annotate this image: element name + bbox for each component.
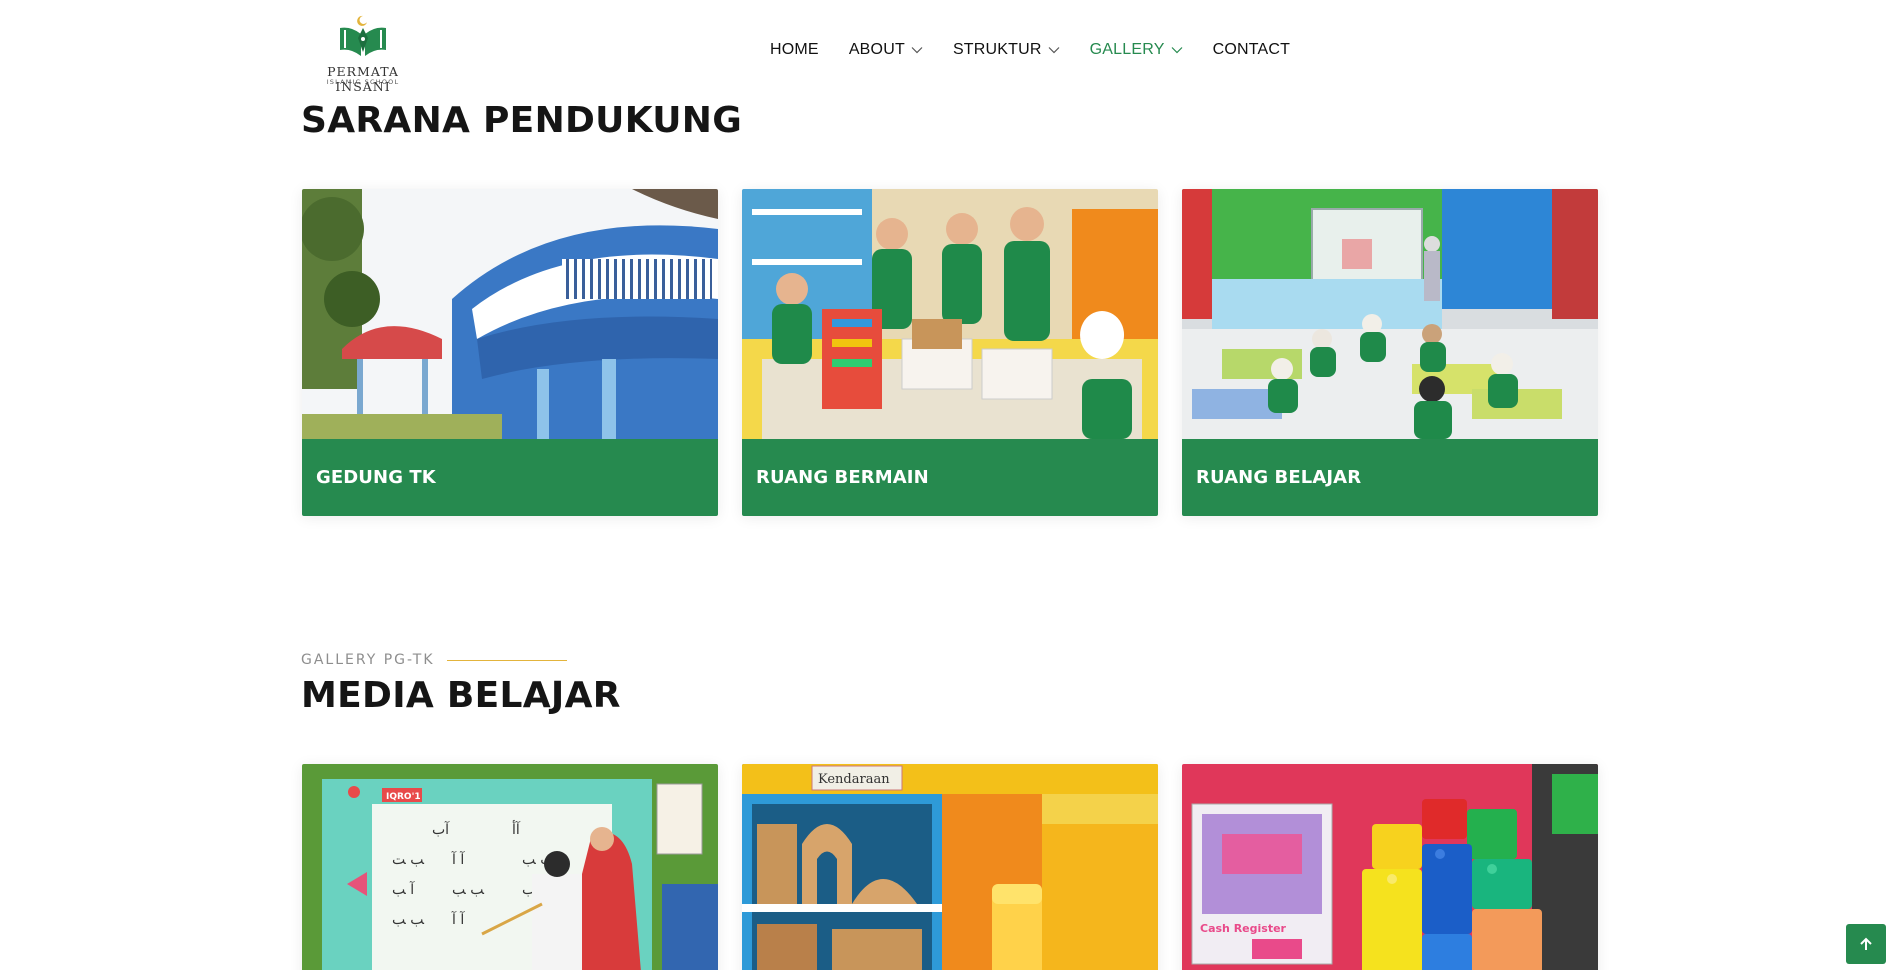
section-title-media: MEDIA BELAJAR — [301, 675, 621, 716]
card-caption: RUANG BELAJAR — [1182, 439, 1598, 516]
svg-text:ﺁ ﺁ: ﺁ ﺁ — [451, 910, 465, 928]
toy-box-label: Cash Register — [1200, 922, 1287, 935]
shelf-sign: Kendaraan — [818, 772, 890, 787]
svg-text:ﺁﺃ: ﺁﺃ — [512, 819, 521, 838]
section-eyebrow: GALLERY PG-TK — [301, 652, 567, 668]
chevron-down-icon — [911, 47, 923, 54]
gallery-card-gedung[interactable]: GEDUNG TK — [302, 189, 718, 516]
eyebrow-label: GALLERY PG-TK — [301, 652, 435, 668]
photo-block-shelf: Kendaraan — [742, 764, 1158, 970]
arrow-up-icon — [1860, 937, 1872, 950]
photo-toys: Cash Register — [1182, 764, 1598, 970]
card-caption: GEDUNG TK — [302, 439, 718, 516]
nav-contact[interactable]: CONTACT — [1213, 41, 1291, 59]
scroll-top-button[interactable] — [1846, 924, 1886, 964]
photo-classroom — [1182, 189, 1598, 439]
section-title-sarana: SARANA PENDUKUNG — [301, 100, 743, 141]
svg-text:ﺐ ﺐ: ﺐ ﺐ — [452, 882, 484, 898]
logo-tagline: ISLAMIC SCHOOL — [326, 78, 400, 86]
gallery-card-ruang-bermain[interactable]: RUANG BERMAIN — [742, 189, 1158, 516]
book-pen-icon — [340, 15, 386, 56]
photo-school-building — [302, 189, 718, 439]
nav-about[interactable]: ABOUT — [849, 41, 923, 59]
school-logo[interactable]: PERMATA INSANI ISLAMIC SCHOOL — [300, 12, 430, 94]
svg-text:ﺁ ﺐ: ﺁ ﺐ — [392, 880, 415, 898]
svg-text:ﺐ ﺖ: ﺐ ﺖ — [392, 852, 424, 868]
media-gallery: IQRO'1 ﺁبﺁﺃ ﺐ ﺖﺁ ﺁﺐ ﺐ ﺁ ﺐﺐ ﺐﺁ ﺐ ﺐ ﺐﺁ ﺁ — [302, 764, 1598, 970]
board-sign: IQRO'1 — [386, 792, 421, 802]
photo-interactive-board: IQRO'1 ﺁبﺁﺃ ﺐ ﺖﺁ ﺁﺐ ﺐ ﺁ ﺐﺐ ﺐﺁ ﺐ ﺐ ﺐﺁ ﺁ — [302, 764, 718, 970]
gallery-card-media-1[interactable]: IQRO'1 ﺁبﺁﺃ ﺐ ﺖﺁ ﺁﺐ ﺐ ﺁ ﺐﺐ ﺐﺁ ﺐ ﺐ ﺐﺁ ﺁ — [302, 764, 718, 970]
svg-text:ﺐ ﺐ: ﺐ ﺐ — [392, 912, 424, 928]
nav-home[interactable]: HOME — [770, 41, 819, 59]
card-caption: RUANG BERMAIN — [742, 439, 1158, 516]
gallery-card-media-3[interactable]: Cash Register — [1182, 764, 1598, 970]
nav-gallery[interactable]: GALLERY — [1090, 41, 1183, 59]
nav-about-label: ABOUT — [848, 41, 905, 58]
chevron-down-icon — [1171, 47, 1183, 54]
nav-struktur-label: STRUKTUR — [952, 41, 1042, 58]
gallery-card-ruang-belajar[interactable]: RUANG BELAJAR — [1182, 189, 1598, 516]
nav-gallery-label: GALLERY — [1089, 41, 1165, 58]
site-header: PERMATA INSANI ISLAMIC SCHOOL HOME ABOUT… — [0, 0, 1898, 100]
svg-text:ﺁب: ﺁب — [432, 820, 450, 838]
svg-text:ﺁ ﺁ: ﺁ ﺁ — [451, 850, 465, 868]
nav-home-label: HOME — [770, 41, 819, 58]
gallery-card-media-2[interactable]: Kendaraan — [742, 764, 1158, 970]
nav-contact-label: CONTACT — [1212, 41, 1291, 58]
main-nav: HOME ABOUT STRUKTUR GALLERY CONTACT — [770, 38, 1290, 62]
photo-playroom — [742, 189, 1158, 439]
sarana-gallery: GEDUNG TK RUANG BERMAIN RUANG BELAJAR — [302, 189, 1598, 516]
eyebrow-divider — [446, 659, 567, 661]
chevron-down-icon — [1048, 47, 1060, 54]
nav-struktur[interactable]: STRUKTUR — [953, 41, 1060, 59]
